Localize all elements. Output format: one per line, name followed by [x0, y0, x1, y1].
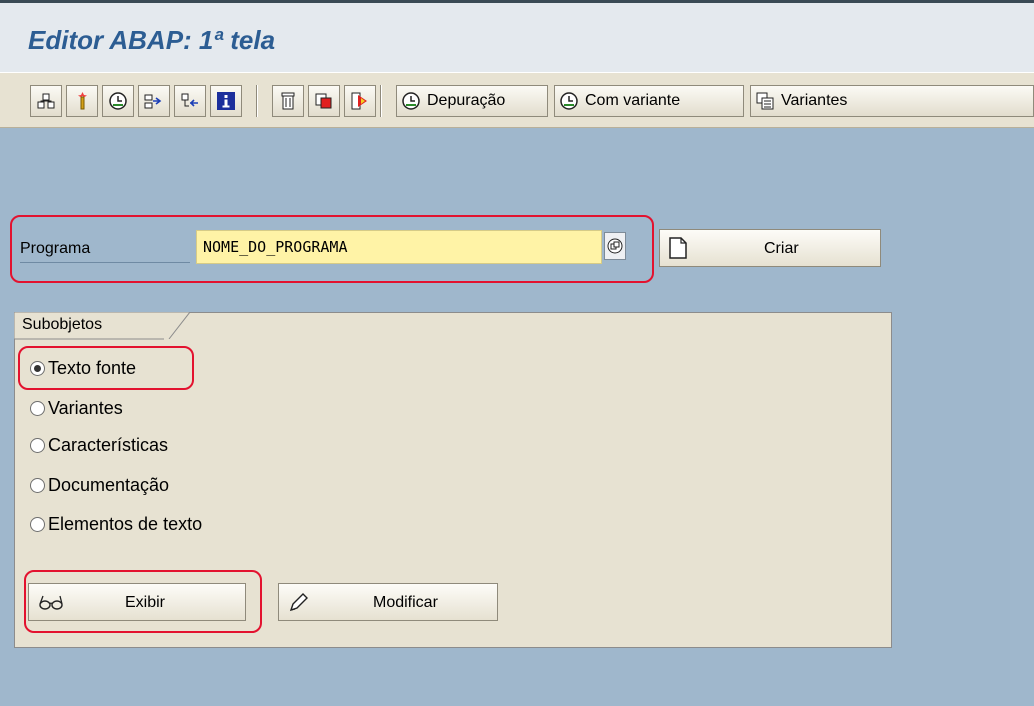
screen-title: Editor ABAP: 1ª tela — [28, 25, 276, 55]
background-icon — [181, 93, 198, 107]
radio-unselected-icon — [30, 477, 45, 493]
radio-label: Elementos de texto — [48, 513, 203, 534]
with-variant-button[interactable]: Com variante — [554, 85, 744, 117]
direct-processing-button[interactable] — [138, 85, 170, 117]
debug-button[interactable]: Depuração — [396, 85, 548, 117]
change-button[interactable]: Modificar — [278, 583, 498, 621]
title-bar: Editor ABAP: 1ª tela — [0, 0, 1034, 72]
new-document-icon — [669, 237, 687, 259]
toolbar-separator — [380, 85, 382, 117]
radio-unselected-icon — [30, 516, 45, 532]
delete-icon — [281, 92, 295, 110]
program-label: Programa — [20, 240, 91, 257]
background-button[interactable] — [174, 85, 206, 117]
with-variant-execute-icon — [560, 92, 578, 110]
rename-button[interactable] — [344, 85, 376, 117]
with-variant-label: Com variante — [585, 92, 681, 109]
object-list-icon — [37, 93, 55, 109]
execute-button[interactable] — [102, 85, 134, 117]
variants-label: Variantes — [781, 92, 848, 109]
variants-button[interactable]: Variantes — [750, 85, 1034, 117]
where-used-button[interactable] — [66, 85, 98, 117]
radio-selected-icon — [30, 360, 45, 376]
radio-attributes[interactable]: Características — [30, 433, 168, 457]
copy-button[interactable] — [308, 85, 340, 117]
glasses-icon — [39, 595, 63, 610]
display-button[interactable]: Exibir — [28, 583, 246, 621]
object-list-button[interactable] — [30, 85, 62, 117]
radio-unselected-icon — [30, 437, 45, 453]
radio-documentation[interactable]: Documentação — [30, 473, 169, 497]
search-help-button[interactable] — [604, 232, 626, 260]
group-tab-underline — [14, 338, 164, 340]
label-underline — [20, 262, 190, 263]
execute-icon — [109, 92, 127, 110]
info-button[interactable] — [210, 85, 242, 117]
radio-label: Documentação — [48, 474, 170, 495]
create-button-label: Criar — [764, 240, 799, 257]
radio-variants[interactable]: Variantes — [30, 396, 123, 420]
rename-icon — [351, 92, 367, 110]
radio-unselected-icon — [30, 400, 45, 416]
change-button-label: Modificar — [373, 594, 438, 611]
radio-source-text[interactable]: Texto fonte — [30, 356, 136, 380]
application-toolbar: Depuração Com variante Variantes — [0, 72, 1034, 128]
radio-label: Variantes — [48, 397, 123, 418]
radio-label: Texto fonte — [48, 357, 137, 378]
radio-label: Características — [48, 434, 169, 455]
variants-icon — [756, 92, 774, 110]
radio-text-elements[interactable]: Elementos de texto — [30, 512, 202, 536]
debug-execute-icon — [402, 92, 420, 110]
create-button[interactable]: Criar — [659, 229, 881, 267]
debug-label: Depuração — [427, 92, 506, 109]
direct-processing-icon — [144, 94, 162, 109]
delete-button[interactable] — [272, 85, 304, 117]
toolbar-separator — [256, 85, 258, 117]
subobjects-title: Subobjetos — [22, 316, 103, 333]
display-button-label: Exibir — [125, 594, 166, 611]
program-name-input[interactable] — [196, 230, 602, 264]
where-used-icon — [78, 92, 87, 110]
copy-icon — [315, 93, 332, 109]
search-help-icon — [607, 238, 623, 254]
pencil-icon — [289, 593, 308, 612]
info-icon — [217, 92, 235, 110]
